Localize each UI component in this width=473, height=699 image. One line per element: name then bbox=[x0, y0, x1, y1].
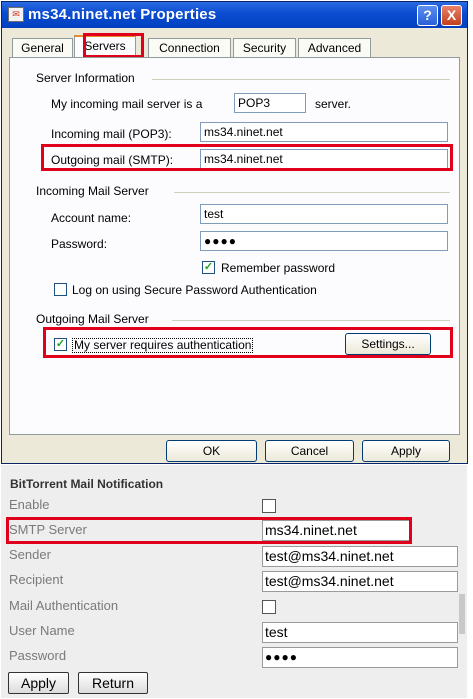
account-name-label: Account name: bbox=[51, 211, 132, 225]
bt-return-button[interactable]: Return bbox=[78, 672, 148, 694]
incoming-server-type-prefix: My incoming mail server is a bbox=[51, 97, 203, 111]
apply-button[interactable]: Apply bbox=[362, 440, 450, 462]
group-divider bbox=[152, 79, 450, 80]
smtp-server-highlight bbox=[6, 517, 412, 544]
ok-button[interactable]: OK bbox=[166, 440, 257, 462]
title-bar[interactable]: ✉ ms34.ninet.net Properties ? X bbox=[2, 2, 467, 28]
incoming-mail-label: Incoming mail (POP3): bbox=[51, 127, 172, 141]
bt-apply-button[interactable]: Apply bbox=[8, 672, 69, 694]
servers-tab-highlight bbox=[83, 33, 144, 58]
mail-account-icon: ✉ bbox=[8, 7, 24, 22]
password-input[interactable]: ●●●● bbox=[200, 231, 448, 251]
mail-authentication-label: Mail Authentication bbox=[9, 598, 119, 613]
server-type-field: POP3 bbox=[234, 93, 306, 113]
username-label: User Name bbox=[9, 623, 75, 638]
sender-label: Sender bbox=[9, 547, 51, 562]
tab-security[interactable]: Security bbox=[233, 38, 296, 58]
remember-password-checkbox[interactable]: ✓ bbox=[202, 261, 215, 274]
group-divider bbox=[172, 320, 450, 321]
bt-password-label: Password bbox=[9, 648, 67, 663]
close-button[interactable]: X bbox=[441, 5, 462, 26]
smtp-auth-highlight bbox=[43, 327, 453, 358]
tab-general[interactable]: General bbox=[12, 38, 73, 58]
help-button[interactable]: ? bbox=[417, 5, 438, 26]
cancel-button[interactable]: Cancel bbox=[265, 440, 354, 462]
enable-label: Enable bbox=[9, 497, 50, 512]
properties-dialog: ✉ ms34.ninet.net Properties ? X General … bbox=[1, 1, 468, 464]
bt-password-input[interactable]: ●●●● bbox=[262, 647, 458, 668]
remember-password-label: Remember password bbox=[221, 261, 336, 275]
account-name-input[interactable]: test bbox=[200, 204, 448, 224]
server-information-group-label: Server Information bbox=[36, 71, 135, 85]
spa-checkbox[interactable] bbox=[54, 283, 67, 296]
bittorrent-panel-header: BitTorrent Mail Notification bbox=[10, 477, 164, 491]
mail-authentication-checkbox[interactable] bbox=[262, 600, 276, 614]
outgoing-mail-server-group-label: Outgoing Mail Server bbox=[36, 312, 149, 326]
sender-input[interactable]: test@ms34.ninet.net bbox=[262, 546, 458, 567]
incoming-mail-input[interactable]: ms34.ninet.net bbox=[200, 122, 448, 142]
enable-checkbox[interactable] bbox=[262, 499, 276, 513]
spa-label: Log on using Secure Password Authenticat… bbox=[72, 283, 317, 297]
username-input[interactable]: test bbox=[262, 622, 458, 643]
tab-advanced[interactable]: Advanced bbox=[298, 38, 371, 58]
scrollbar-thumb[interactable] bbox=[459, 594, 465, 634]
outgoing-mail-highlight bbox=[41, 144, 453, 171]
incoming-server-type-suffix: server. bbox=[315, 97, 352, 111]
group-divider bbox=[174, 192, 450, 193]
recipient-label: Recipient bbox=[9, 572, 64, 587]
recipient-input[interactable]: test@ms34.ninet.net bbox=[262, 571, 458, 592]
password-label: Password: bbox=[51, 237, 108, 251]
tab-connection[interactable]: Connection bbox=[148, 38, 231, 58]
incoming-mail-server-group-label: Incoming Mail Server bbox=[36, 184, 149, 198]
dialog-title: ms34.ninet.net Properties bbox=[28, 6, 217, 23]
